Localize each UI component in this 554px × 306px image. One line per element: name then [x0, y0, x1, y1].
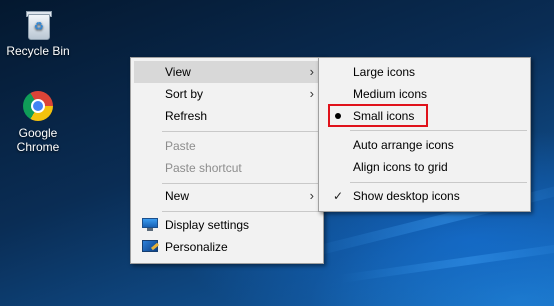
menu-item-label: Paste shortcut — [165, 161, 242, 175]
menu-separator — [162, 183, 320, 184]
desktop-context-menu: View › Sort by › Refresh Paste Paste sho… — [130, 57, 324, 264]
menu-item-paste[interactable]: Paste — [134, 135, 320, 157]
annotation-highlight-box — [328, 104, 428, 127]
submenu-item-medium-icons[interactable]: Medium icons — [322, 83, 527, 105]
view-submenu: Large icons Medium icons Small icons Aut… — [318, 57, 531, 212]
chevron-right-icon: › — [309, 64, 314, 79]
menu-separator — [162, 211, 320, 212]
menu-separator — [350, 182, 527, 183]
submenu-item-large-icons[interactable]: Large icons — [322, 61, 527, 83]
menu-item-display-settings[interactable]: Display settings — [134, 214, 320, 236]
checkmark-icon: ✓ — [333, 189, 344, 203]
menu-item-label: Personalize — [165, 240, 228, 254]
recycle-bin-icon: ♻ — [22, 8, 54, 40]
chrome-icon — [22, 90, 54, 122]
submenu-item-label: Medium icons — [353, 87, 428, 101]
menu-item-sort-by[interactable]: Sort by › — [134, 83, 320, 105]
submenu-item-align-icons-to-grid[interactable]: Align icons to grid — [322, 156, 527, 178]
desktop-icon-label: Recycle Bin — [6, 44, 70, 58]
menu-item-paste-shortcut[interactable]: Paste shortcut — [134, 157, 320, 179]
submenu-item-show-desktop-icons[interactable]: ✓ Show desktop icons — [322, 185, 527, 207]
submenu-item-auto-arrange-icons[interactable]: Auto arrange icons — [322, 134, 527, 156]
submenu-item-label: Auto arrange icons — [353, 138, 454, 152]
chevron-right-icon: › — [309, 86, 314, 101]
menu-item-label: Sort by — [165, 87, 204, 101]
desktop-icon-recycle-bin[interactable]: ♻ Recycle Bin — [0, 8, 76, 58]
menu-item-new[interactable]: New › — [134, 185, 320, 207]
wallpaper-light-beam — [339, 238, 554, 283]
desktop-icon-label: Google Chrome — [16, 126, 60, 154]
menu-item-label: View — [165, 65, 191, 79]
submenu-item-label: Align icons to grid — [353, 160, 448, 174]
menu-item-personalize[interactable]: Personalize — [134, 236, 320, 258]
personalize-icon — [142, 240, 160, 254]
submenu-item-label: Large icons — [353, 65, 416, 79]
chevron-right-icon: › — [309, 188, 314, 203]
desktop-icon-google-chrome[interactable]: Google Chrome — [0, 90, 76, 154]
menu-separator — [162, 131, 320, 132]
menu-item-view[interactable]: View › — [134, 61, 320, 83]
menu-item-label: Paste — [165, 139, 196, 153]
menu-item-label: Refresh — [165, 109, 208, 123]
display-settings-icon — [142, 218, 158, 232]
menu-item-label: Display settings — [165, 218, 250, 232]
menu-item-refresh[interactable]: Refresh — [134, 105, 320, 127]
menu-separator — [350, 130, 527, 131]
menu-item-label: New — [165, 189, 190, 203]
submenu-item-label: Show desktop icons — [353, 189, 460, 203]
